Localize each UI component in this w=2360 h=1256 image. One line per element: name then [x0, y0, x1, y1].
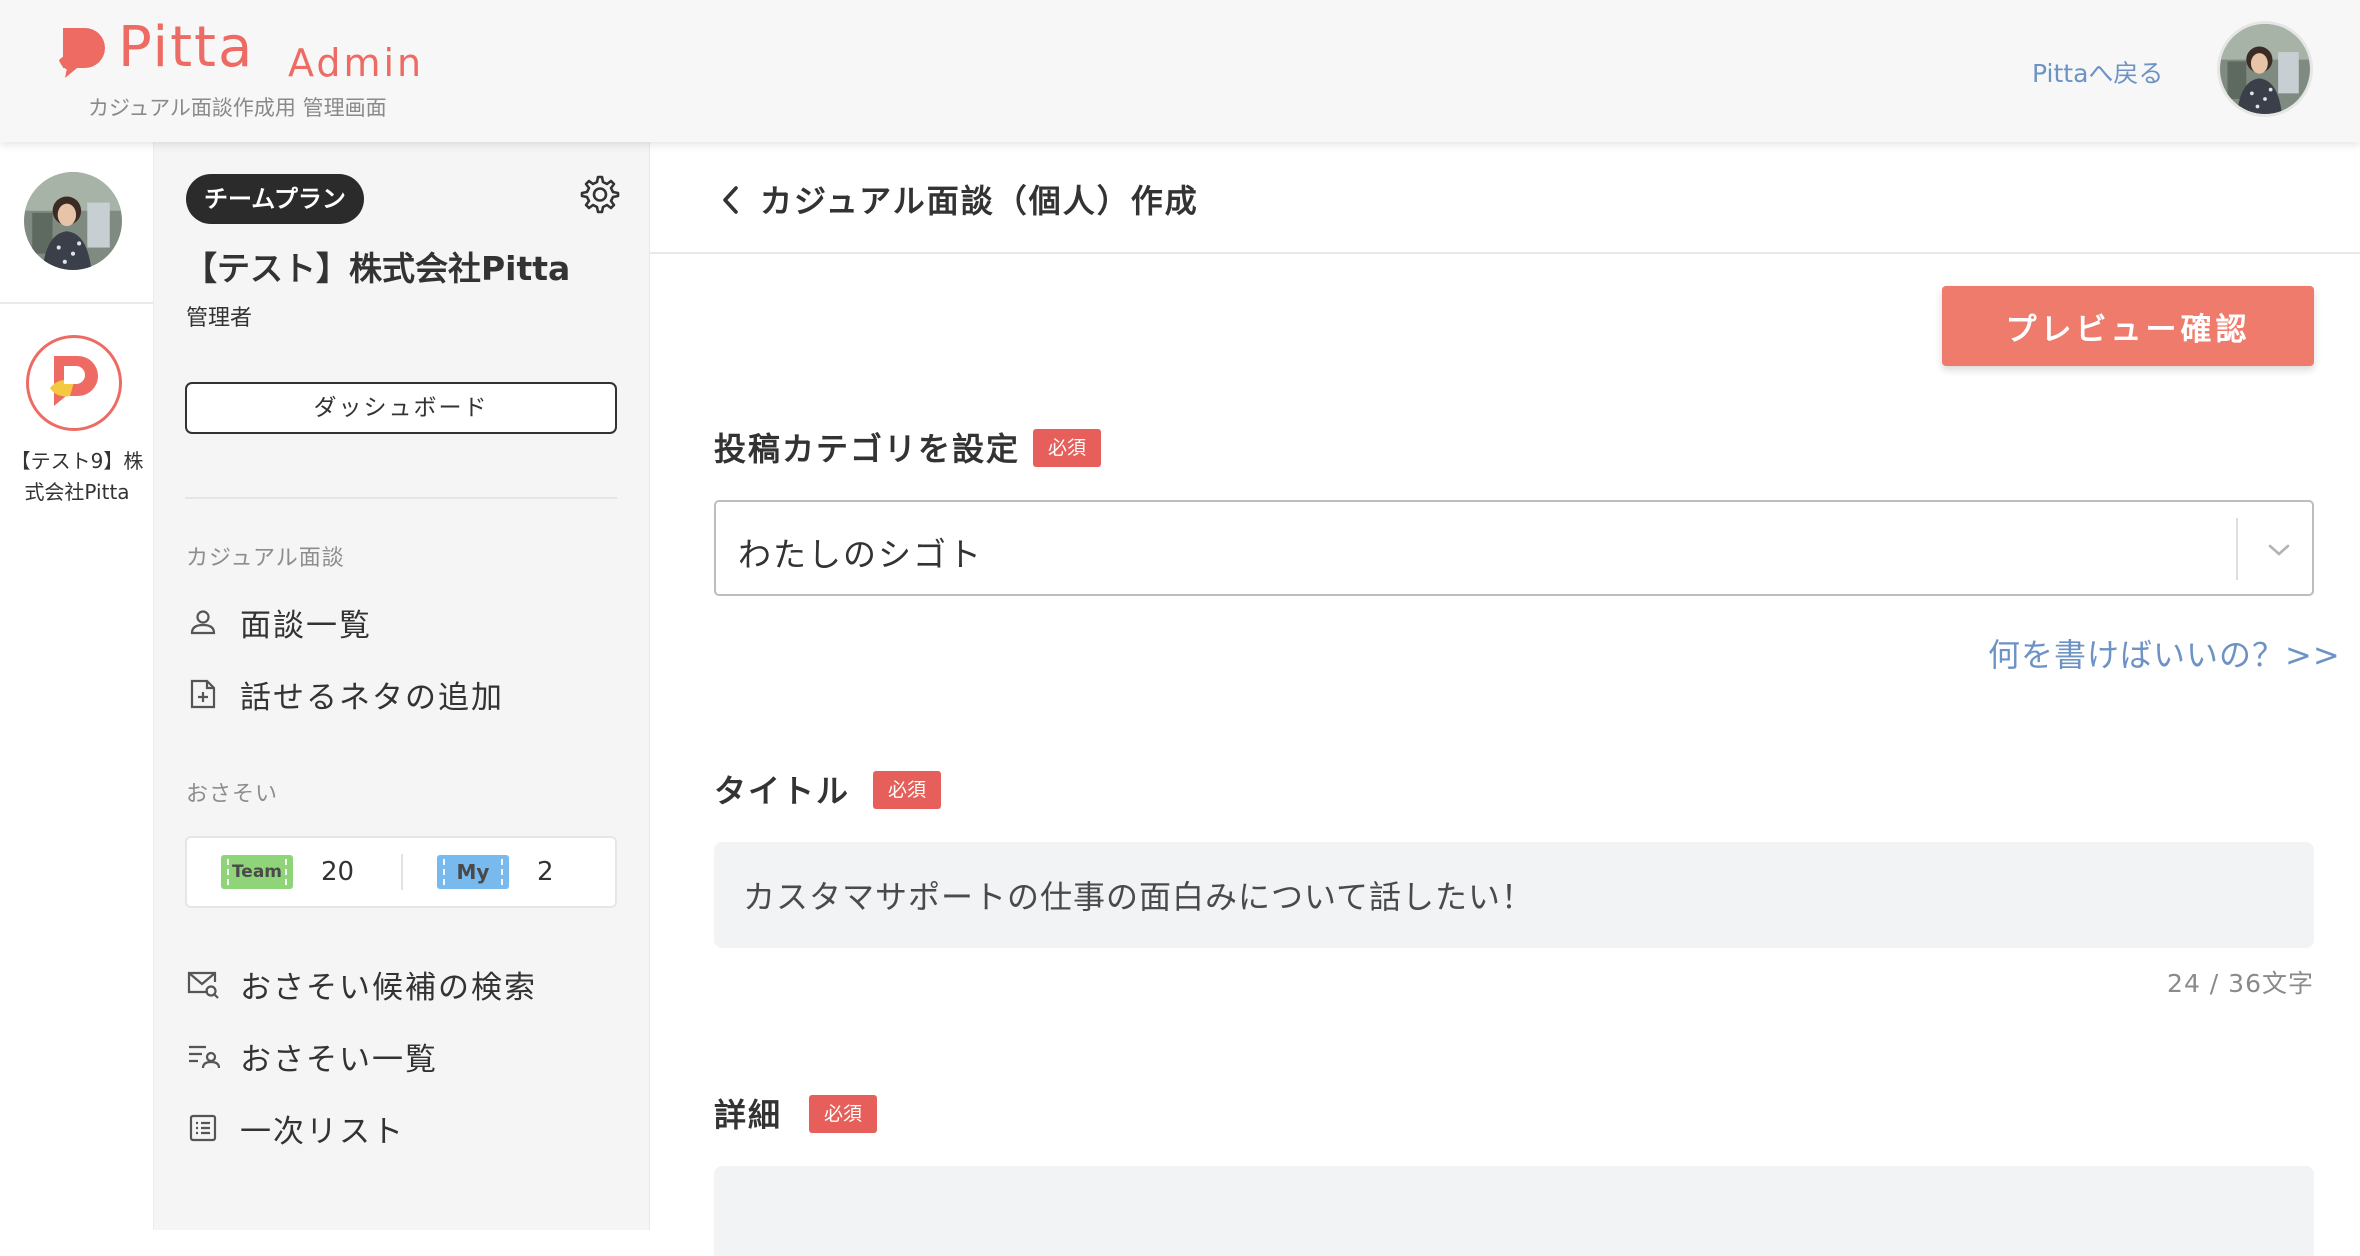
- pitta-logo-icon: [59, 28, 105, 78]
- title-input[interactable]: [714, 842, 2314, 948]
- sidebar-item-primary-list[interactable]: 一次リスト: [186, 1104, 405, 1152]
- team-ticket-icon: Team: [221, 855, 293, 889]
- team-count: 20: [321, 857, 355, 887]
- sidebar-item-invite-search[interactable]: おさそい候補の検索: [186, 960, 537, 1008]
- org-title: 【テスト】株式会社Pitta: [184, 249, 571, 288]
- section-invite-heading: おさそい: [186, 782, 279, 807]
- select-divider: [2236, 518, 2238, 580]
- sidebar-item-label: おさそい一覧: [240, 1041, 438, 1078]
- sidebar-item-label: おさそい候補の検索: [240, 969, 537, 1006]
- sidebar-item-add-topic[interactable]: 話せるネタの追加: [186, 670, 504, 718]
- preview-button[interactable]: プレビュー確認: [1942, 286, 2314, 366]
- logo-wordmark: Pitta: [118, 15, 255, 80]
- sidebar-item-invite-list[interactable]: おさそい一覧: [186, 1032, 438, 1080]
- required-badge: 必須: [873, 771, 942, 809]
- invite-divider: [401, 854, 403, 890]
- file-plus-icon: [186, 677, 220, 711]
- category-label: 投稿カテゴリを設定: [714, 430, 1021, 468]
- org-logo-icon: [50, 356, 98, 406]
- title-char-count: 24 / 36文字: [2167, 969, 2314, 998]
- user-icon: [186, 605, 220, 639]
- sidebar-divider: [185, 497, 617, 499]
- chevron-down-icon: [2268, 544, 2290, 556]
- sidebar-item-label: 話せるネタの追加: [240, 679, 504, 716]
- my-ticket-icon: My: [437, 855, 509, 889]
- my-count: 2: [537, 857, 554, 887]
- gear-icon[interactable]: [578, 172, 620, 214]
- required-badge: 必須: [809, 1095, 878, 1133]
- section-casual-heading: カジュアル面談: [186, 546, 345, 571]
- sidebar-item-label: 面談一覧: [240, 607, 372, 644]
- invite-count-panel: Team 20 My 2: [185, 836, 617, 908]
- dashboard-button[interactable]: ダッシュボード: [185, 382, 617, 434]
- rail-divider: [0, 302, 154, 304]
- required-badge: 必須: [1033, 429, 1102, 467]
- category-select-value: わたしのシゴト: [738, 535, 983, 574]
- sidebar-item-interview-list[interactable]: 面談一覧: [186, 598, 372, 646]
- detail-textarea[interactable]: [714, 1166, 2314, 1256]
- avatar-photo-icon: [24, 172, 122, 270]
- avatar-photo-icon: [2220, 24, 2310, 114]
- sidebar-item-label: 一次リスト: [240, 1113, 405, 1150]
- list-user-icon: [186, 1039, 220, 1073]
- org-role: 管理者: [186, 306, 253, 331]
- detail-label: 詳細: [714, 1096, 783, 1134]
- checklist-icon: [186, 1111, 220, 1145]
- page-header: カジュアル面談（個人）作成: [650, 142, 2360, 254]
- plan-badge: チームプラン: [186, 174, 364, 224]
- mail-search-icon: [186, 967, 220, 1001]
- my-invite-count: My 2: [437, 838, 554, 906]
- logo-admin-label: Admin: [288, 41, 425, 85]
- rail-user-avatar[interactable]: [24, 172, 122, 270]
- page-title: カジュアル面談（個人）作成: [760, 182, 1199, 220]
- rail-org-name[interactable]: 【テスト9】株式会社Pitta: [6, 446, 148, 508]
- title-label: タイトル: [714, 772, 851, 810]
- user-avatar[interactable]: [2217, 21, 2313, 117]
- team-invite-count: Team 20: [221, 838, 354, 906]
- workspace-rail: 【テスト9】株式会社Pitta: [0, 142, 154, 1230]
- category-select[interactable]: わたしのシゴト: [714, 500, 2314, 596]
- back-to-pitta-link[interactable]: Pittaへ戻る: [2032, 54, 2163, 90]
- org-switch-button[interactable]: [26, 335, 122, 431]
- main-content: カジュアル面談（個人）作成 プレビュー確認 投稿カテゴリを設定 必須 わたしのシ…: [650, 142, 2360, 1256]
- logo-subtitle: カジュアル面談作成用 管理画面: [88, 96, 387, 120]
- chevron-left-icon[interactable]: [716, 180, 746, 220]
- writing-help-link[interactable]: 何を書けばいいの？>>: [1988, 630, 2340, 676]
- app-header: Pitta Admin カジュアル面談作成用 管理画面 Pittaへ戻る: [0, 0, 2360, 142]
- sidebar: チームプラン 【テスト】株式会社Pitta 管理者 ダッシュボード カジュアル面…: [154, 142, 650, 1230]
